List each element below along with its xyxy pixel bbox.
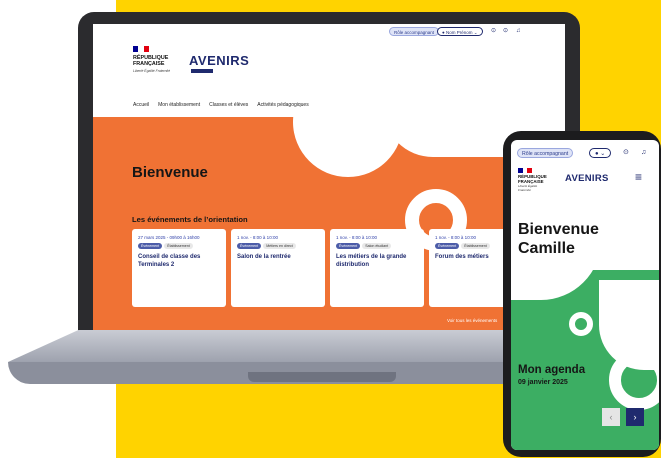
- event-title: Conseil de classe des Terminales 2: [138, 254, 201, 268]
- event-tag: Événement: [435, 243, 460, 249]
- events-heading: Les événements de l’orientation: [132, 215, 248, 224]
- event-tag: Établissement: [164, 243, 193, 249]
- hero-banner: Bienvenue Les événements de l’orientatio…: [93, 117, 565, 330]
- event-date: 1 nov. - 8:00 à 10:00: [336, 235, 377, 240]
- role-selector[interactable]: Rôle accompagnant: [517, 148, 574, 158]
- user-icon: ●: [595, 151, 599, 157]
- event-tag: Métiers en direct: [263, 243, 296, 249]
- main-nav: Accueil Mon établissement Classes et élè…: [133, 102, 309, 108]
- agenda-date: 09 janvier 2025: [518, 379, 568, 386]
- french-flag-icon: [518, 168, 533, 173]
- desktop-screen: Rôle accompagnant ● Nom Prénom ⌄ ⊙ ⊙ ♫ R…: [93, 24, 565, 330]
- user-menu-button[interactable]: ● ⌄: [589, 148, 612, 158]
- motto: Liberté Égalité Fraternité: [518, 184, 538, 192]
- hero-ring-shape: [569, 312, 593, 336]
- settings-icon[interactable]: ⊙: [503, 27, 508, 36]
- mobile-screen: Rôle accompagnant ● ⌄ ⊙ ♫ RÉPUBLIQUE FRA…: [511, 140, 659, 450]
- bell-icon[interactable]: ♫: [516, 27, 521, 36]
- desktop-topbar: Rôle accompagnant ● Nom Prénom ⌄ ⊙ ⊙ ♫: [93, 24, 565, 40]
- see-all-events-link[interactable]: Voir tous les événements: [447, 318, 497, 323]
- event-date: 1 nov. - 8:00 à 10:00: [237, 235, 278, 240]
- avenirs-logo[interactable]: AVENIRS: [189, 53, 249, 68]
- role-selector[interactable]: Rôle accompagnant: [389, 27, 440, 36]
- user-name: Nom Prénom: [445, 30, 473, 35]
- event-title: Les métiers de la grande distribution: [336, 254, 407, 268]
- event-tag: Salon étudiant: [362, 243, 392, 249]
- avenirs-logo[interactable]: AVENIRS: [565, 173, 609, 184]
- agenda-heading: Mon agenda: [518, 364, 586, 376]
- chevron-down-icon: ⌄: [473, 30, 478, 35]
- event-tag: Événement: [237, 243, 262, 249]
- event-card[interactable]: 1 nov. - 8:00 à 10:00 Événement Métiers …: [231, 229, 325, 307]
- welcome-heading: Bienvenue: [132, 164, 208, 181]
- republic-label: RÉPUBLIQUE FRANÇAISE: [518, 174, 547, 184]
- french-flag-icon: [133, 46, 149, 52]
- laptop-trackpad-notch: [248, 372, 396, 382]
- logo-underline: [191, 69, 213, 73]
- event-title: Salon de la rentrée: [237, 254, 291, 260]
- event-tag: Établissement: [461, 243, 490, 249]
- event-tag: Événement: [138, 243, 163, 249]
- motto: Liberté Égalité Fraternité: [133, 69, 171, 73]
- nav-item-activites[interactable]: Activités pédagogiques: [257, 102, 308, 108]
- chevron-left-icon[interactable]: ‹: [602, 408, 620, 426]
- user-menu-button[interactable]: ● Nom Prénom ⌄: [437, 27, 483, 36]
- help-icon[interactable]: ⊙: [491, 27, 496, 36]
- menu-icon[interactable]: ≡: [635, 170, 642, 184]
- chevron-down-icon: ⌄: [600, 151, 606, 157]
- event-card[interactable]: 27 mars 2025 - 09h00 à 16h00 Événement É…: [132, 229, 226, 307]
- event-card[interactable]: 1 nov. - 8:00 à 10:00 Événement Salon ét…: [330, 229, 424, 307]
- republic-label: RÉPUBLIQUE FRANÇAISE: [133, 55, 169, 67]
- nav-item-etablissement[interactable]: Mon établissement: [158, 102, 200, 108]
- user-icon: ●: [442, 30, 445, 35]
- help-icon[interactable]: ⊙: [623, 148, 629, 157]
- welcome-heading: Bienvenue Camille: [518, 221, 599, 257]
- chevron-right-icon[interactable]: ›: [626, 408, 644, 426]
- hero-ring-shape: [609, 350, 659, 410]
- event-date: 27 mars 2025 - 09h00 à 16h00: [138, 235, 200, 240]
- bell-icon[interactable]: ♫: [641, 148, 646, 157]
- nav-item-classes[interactable]: Classes et élèves: [209, 102, 248, 108]
- nav-item-accueil[interactable]: Accueil: [133, 102, 149, 108]
- event-tag: Événement: [336, 243, 361, 249]
- hero-shape: [511, 270, 601, 300]
